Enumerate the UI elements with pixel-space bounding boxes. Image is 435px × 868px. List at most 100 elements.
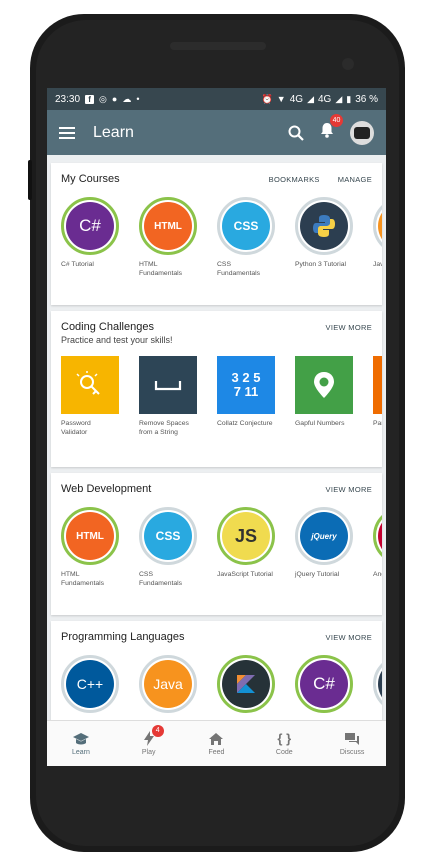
notifications-button[interactable]: 40: [320, 114, 343, 143]
item-label: Java: [373, 261, 382, 268]
key-icon: [61, 356, 119, 414]
challenge-item[interactable]: Para: [373, 356, 382, 437]
item-label: HTML Fundamentals: [139, 261, 183, 277]
nav-label: Feed: [208, 748, 225, 756]
my-courses-card: My Courses BOOKMARKS MANAGE C# C# Tutori…: [51, 163, 382, 305]
course-item[interactable]: C#: [295, 655, 353, 713]
item-label: Remove Spaces from a String: [139, 420, 189, 436]
course-item[interactable]: Python 3 Tutorial: [295, 197, 353, 278]
challenge-item[interactable]: Gapful Numbers: [295, 356, 353, 437]
challenge-item[interactable]: Remove Spaces from a String: [139, 356, 197, 437]
bottom-nav: Learn 4 Play Feed { } Code Discuss: [47, 720, 386, 766]
item-label: jQuery Tutorial: [295, 571, 340, 578]
item-label: CSS Fundamentals: [217, 261, 261, 277]
kotlin-icon: [222, 660, 270, 708]
csharp-icon: C#: [300, 660, 348, 708]
nav-label: Code: [275, 749, 293, 756]
signal-icon: ◢: [307, 93, 314, 104]
web-development-card: Web Development VIEW MORE HTML HTML Fund…: [51, 473, 382, 615]
menu-icon[interactable]: [59, 126, 75, 139]
section-subtitle: Practice and test your skills!: [61, 335, 173, 345]
challenge-tile-icon: [373, 356, 382, 414]
css-icon: CSS: [144, 512, 192, 560]
course-item[interactable]: A Angu: [373, 507, 382, 588]
signal-icon-2: ◢: [335, 93, 343, 104]
main-content: My Courses BOOKMARKS MANAGE C# C# Tutori…: [47, 155, 386, 720]
course-item[interactable]: HTML HTML Fundamentals: [61, 507, 119, 588]
programming-languages-card: Programming Languages VIEW MORE C++ Java: [51, 621, 382, 720]
java-icon: J: [378, 202, 382, 250]
location-pin-icon: [295, 356, 353, 414]
course-item[interactable]: CSS CSS Fundamentals: [139, 507, 197, 588]
graduation-cap-icon: [72, 732, 89, 744]
css-icon: CSS: [222, 202, 270, 250]
item-label: Password Validator: [61, 420, 91, 436]
view-more-button[interactable]: VIEW MORE: [326, 323, 372, 332]
play-badge: 4: [151, 725, 164, 737]
network-label-2: 4G: [317, 93, 332, 105]
item-label: Python 3 Tutorial: [295, 261, 347, 268]
item-label: Para: [373, 420, 382, 427]
python-logo-icon: [313, 215, 335, 237]
item-label: JavaScript Tutorial: [217, 571, 273, 578]
course-item[interactable]: C++: [61, 655, 119, 713]
cpp-icon: C++: [66, 660, 114, 708]
nav-discuss[interactable]: Discuss: [318, 721, 386, 766]
course-item[interactable]: J Java: [373, 197, 382, 278]
nav-feed[interactable]: Feed: [183, 721, 251, 766]
cloud-icon: ☁: [122, 93, 132, 104]
item-label: C# Tutorial: [61, 261, 94, 268]
item-label: Collatz Conjecture: [217, 420, 273, 427]
section-title: Programming Languages: [61, 631, 185, 643]
view-more-button[interactable]: VIEW MORE: [326, 633, 372, 642]
nav-code[interactable]: { } Code: [250, 721, 318, 766]
manage-button[interactable]: MANAGE: [338, 175, 372, 184]
messenger-icon: ●: [111, 94, 118, 104]
course-item[interactable]: JS JavaScript Tutorial: [217, 507, 275, 588]
status-bar: 23:30 f ◎ ● ☁ • ⏰ ▼ 4G ◢ 4G ◢ ▮ 36 %: [47, 88, 386, 110]
course-item[interactable]: [373, 655, 382, 713]
search-icon[interactable]: [288, 125, 304, 141]
challenge-item[interactable]: Password Validator: [61, 356, 119, 437]
language-icon: [378, 660, 382, 708]
nav-play[interactable]: 4 Play: [115, 721, 183, 766]
network-label: 4G: [289, 93, 304, 105]
course-item[interactable]: [217, 655, 275, 713]
chat-icon: [345, 732, 360, 745]
page-title: Learn: [93, 123, 134, 141]
section-title: Web Development: [61, 483, 152, 495]
html-icon: HTML: [66, 512, 114, 560]
battery-icon: ▮: [346, 93, 352, 104]
home-icon: [209, 732, 224, 745]
course-item[interactable]: Java: [139, 655, 197, 713]
nav-label: Discuss: [339, 748, 365, 756]
csharp-icon: C#: [66, 202, 114, 250]
course-item[interactable]: C# C# Tutorial: [61, 197, 119, 278]
nav-label: Learn: [71, 748, 90, 756]
notification-badge: 40: [330, 114, 343, 127]
item-label: Gapful Numbers: [295, 420, 345, 427]
volume-button: [28, 160, 32, 200]
item-label: HTML Fundamentals: [61, 571, 105, 587]
course-item[interactable]: HTML HTML Fundamentals: [139, 197, 197, 278]
bookmarks-button[interactable]: BOOKMARKS: [269, 175, 320, 184]
avatar[interactable]: [350, 120, 374, 145]
dot-icon: •: [136, 94, 140, 104]
nav-learn[interactable]: Learn: [47, 721, 115, 766]
screen: 23:30 f ◎ ● ☁ • ⏰ ▼ 4G ◢ 4G ◢ ▮ 36 % Lea…: [47, 88, 386, 766]
course-item[interactable]: CSS CSS Fundamentals: [217, 197, 275, 278]
wifi-icon: ▼: [276, 94, 286, 104]
item-label: CSS Fundamentals: [139, 571, 183, 587]
angular-icon: A: [378, 512, 382, 560]
section-title: Coding Challenges: [61, 321, 154, 333]
java-icon: Java: [144, 660, 192, 708]
view-more-button[interactable]: VIEW MORE: [326, 485, 372, 494]
numbers-icon: 3 2 5 7 11: [217, 356, 275, 414]
nav-label: Play: [141, 749, 156, 756]
challenge-item[interactable]: 3 2 5 7 11 Collatz Conjecture: [217, 356, 275, 437]
ring-icon: ◎: [99, 93, 107, 104]
course-item[interactable]: jQuery jQuery Tutorial: [295, 507, 353, 588]
alarm-icon: ⏰: [261, 93, 273, 104]
python-icon: [300, 202, 348, 250]
html-icon: HTML: [144, 202, 192, 250]
